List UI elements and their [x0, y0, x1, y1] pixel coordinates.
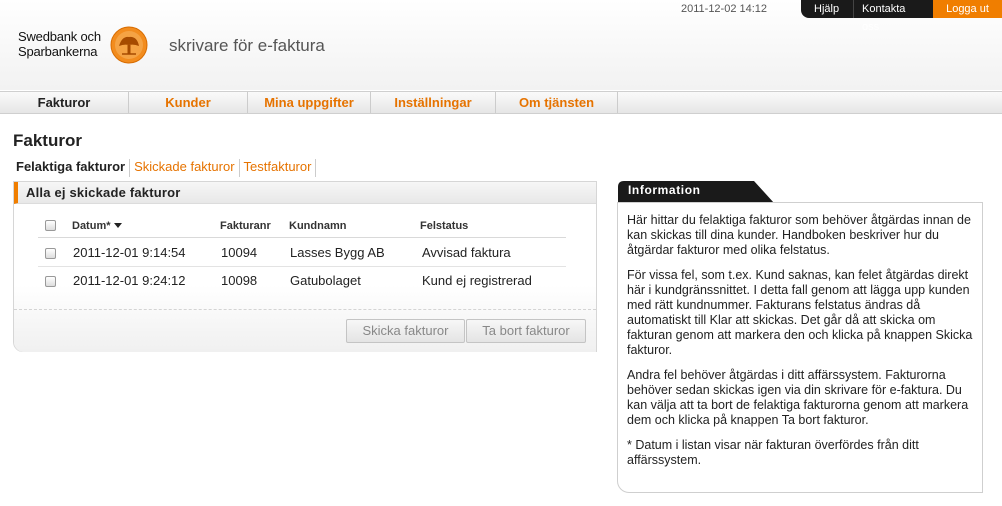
sort-desc-icon [113, 223, 122, 228]
column-date[interactable]: Datum* [72, 216, 122, 236]
nav-item-mina-uppgifter[interactable]: Mina uppgifter [248, 92, 371, 113]
table-header: Datum* Fakturanr Kundnamn Felstatus [38, 216, 566, 238]
tab-felaktiga-fakturor[interactable]: Felaktiga fakturor [13, 159, 131, 177]
info-paragraph: Andra fel behöver åtgärdas i ditt affärs… [627, 368, 969, 427]
row-number: 10098 [221, 273, 258, 288]
page-title: Fakturor [13, 131, 82, 150]
invoice-panel-title: Alla ej skickade fakturor [14, 182, 596, 204]
invoice-panel: Alla ej skickade fakturor Datum* Faktura… [13, 181, 597, 352]
column-customer[interactable]: Kundnamn [289, 216, 346, 236]
nav-item-om-tjansten[interactable]: Om tjänsten [496, 92, 618, 113]
table-row[interactable]: 2011-12-01 9:24:12 10098 Gatubolaget Kun… [38, 267, 566, 295]
row-number: 10094 [221, 245, 258, 260]
app-title: skrivare för e-faktura [169, 36, 325, 55]
row-status: Avvisad faktura [422, 245, 511, 260]
tab-testfakturor[interactable]: Testfakturor [240, 159, 317, 177]
nav-item-fakturor[interactable]: Fakturor [0, 92, 129, 113]
row-status: Kund ej registrerad [422, 273, 532, 288]
sub-tabs: Felaktiga fakturor Skickade fakturor Tes… [13, 159, 317, 177]
info-paragraph: * Datum i listan visar när fakturan över… [627, 438, 919, 467]
column-number[interactable]: Fakturanr [220, 216, 271, 236]
oak-tree-icon [110, 26, 148, 64]
main-nav: Fakturor Kunder Mina uppgifter Inställni… [0, 91, 1002, 114]
header: Swedbank och Sparbankerna skrivare för e… [0, 0, 1002, 90]
info-title: Information [628, 183, 701, 197]
brand-line-2: Sparbankerna [18, 44, 98, 59]
datetime: 2011-12-02 14:12 [681, 3, 768, 15]
brand-name: Swedbank och Sparbankerna [18, 29, 101, 59]
invoice-table: Datum* Fakturanr Kundnamn Felstatus 2011… [14, 204, 596, 352]
nav-item-installningar[interactable]: Inställningar [371, 92, 496, 113]
contact-link[interactable]: Kontakta oss [853, 0, 933, 33]
send-invoices-button[interactable]: Skicka fakturor [346, 319, 465, 343]
row-checkbox[interactable] [45, 276, 56, 287]
brand-logo[interactable]: Swedbank och Sparbankerna [18, 26, 153, 68]
row-date: 2011-12-01 9:24:12 [73, 273, 186, 288]
tab-skickade-fakturor[interactable]: Skickade fakturor [130, 159, 240, 177]
top-links: Hjälp Kontakta oss Logga ut [801, 0, 1002, 33]
divider [14, 309, 596, 310]
column-date-label: Datum* [72, 220, 111, 232]
select-all-checkbox[interactable] [45, 220, 56, 231]
row-customer: Gatubolaget [290, 273, 361, 288]
nav-item-kunder[interactable]: Kunder [129, 92, 248, 113]
delete-invoices-button[interactable]: Ta bort fakturor [466, 319, 586, 343]
help-link[interactable]: Hjälp [801, 0, 853, 18]
column-status[interactable]: Felstatus [420, 216, 468, 236]
row-date: 2011-12-01 9:14:54 [73, 245, 186, 260]
info-tab: Information [618, 181, 774, 203]
row-customer: Lasses Bygg AB [290, 245, 385, 260]
info-paragraph: För vissa fel, som t.ex. Kund saknas, ka… [627, 268, 973, 357]
row-checkbox[interactable] [45, 248, 56, 259]
info-panel: Information Här hittar du felaktiga fakt… [617, 181, 983, 493]
logout-button[interactable]: Logga ut [933, 0, 1002, 18]
info-paragraph: Här hittar du felaktiga fakturor som beh… [627, 213, 971, 257]
table-row[interactable]: 2011-12-01 9:14:54 10094 Lasses Bygg AB … [38, 239, 566, 267]
brand-line-1: Swedbank och [18, 29, 101, 44]
info-content: Här hittar du felaktiga fakturor som beh… [617, 202, 983, 493]
